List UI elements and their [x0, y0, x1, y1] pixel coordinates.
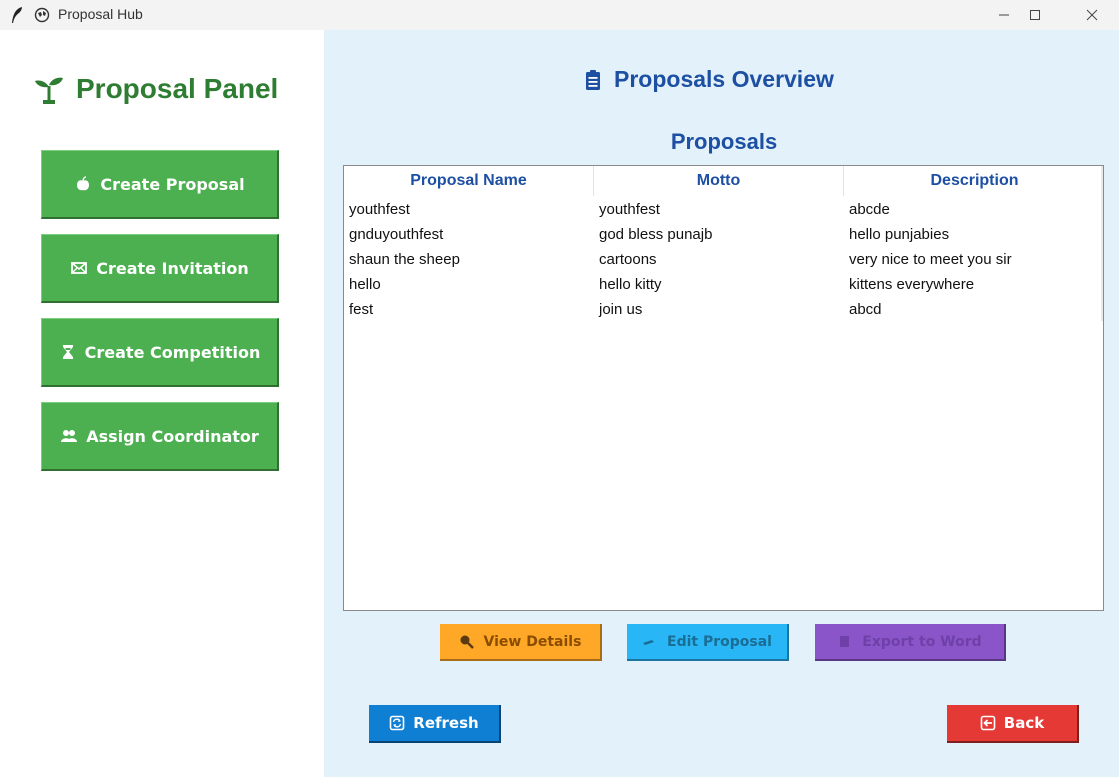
magnifier-icon	[460, 635, 474, 649]
main-panel: Proposals Overview Proposals Proposal Na…	[324, 30, 1119, 777]
cell-proposal-name: shaun the sheep	[349, 251, 460, 268]
refresh-label: Refresh	[413, 714, 479, 732]
hourglass-icon	[62, 345, 73, 359]
back-arrow-icon	[980, 715, 996, 731]
maximize-button[interactable]	[1012, 0, 1058, 30]
refresh-icon	[389, 715, 405, 731]
close-button[interactable]	[1069, 0, 1115, 30]
cell-proposal-name: youthfest	[349, 201, 410, 218]
cell-description: kittens everywhere	[849, 276, 975, 293]
minimize-icon	[999, 14, 1009, 16]
maximize-icon	[1030, 10, 1040, 20]
feather-icon	[12, 7, 22, 23]
cell-motto: join us	[599, 301, 643, 318]
cell-proposal-name: hello	[349, 276, 381, 293]
cell-description: abcde	[849, 201, 890, 218]
proposals-table[interactable]: Proposal Name Motto Description youthfes…	[343, 165, 1104, 611]
clipboard-icon	[586, 69, 600, 90]
cell-proposal-name: fest	[349, 301, 374, 318]
view-details-button[interactable]: View Details	[440, 624, 602, 661]
envelope-icon	[71, 262, 88, 274]
pencil-icon	[643, 640, 655, 645]
panel-title: Proposal Panel	[32, 72, 278, 106]
cell-motto: youthfest	[599, 201, 660, 218]
edit-proposal-label: Edit Proposal	[667, 633, 772, 650]
table-body: youthfest youthfest abcde gnduyouthfest …	[344, 198, 1103, 323]
table-row[interactable]: shaun the sheep cartoons very nice to me…	[344, 248, 1103, 273]
page-title: Proposals Overview	[582, 66, 834, 93]
table-row[interactable]: gnduyouthfest god bless punajb hello pun…	[344, 223, 1103, 248]
assign-coordinator-button[interactable]: Assign Coordinator	[41, 402, 279, 471]
window-titlebar: Proposal Hub	[0, 0, 1119, 30]
sidebar: Proposal Panel Create Proposal Create In…	[0, 30, 324, 777]
table-row[interactable]: hello hello kitty kittens everywhere	[344, 273, 1103, 298]
create-competition-label: Create Competition	[84, 342, 261, 362]
column-header-description[interactable]: Description	[844, 166, 1103, 196]
edit-proposal-button[interactable]: Edit Proposal	[627, 624, 789, 661]
create-proposal-label: Create Proposal	[100, 174, 245, 194]
people-icon	[61, 430, 78, 442]
refresh-button[interactable]: Refresh	[369, 705, 501, 743]
export-to-word-label: Export to Word	[862, 633, 982, 650]
create-invitation-button[interactable]: Create Invitation	[41, 234, 279, 303]
sprout-icon	[35, 77, 63, 104]
panel-title-text: Proposal Panel	[76, 73, 279, 104]
cell-description: hello punjabies	[849, 226, 950, 243]
view-details-label: View Details	[483, 633, 582, 650]
assign-coordinator-label: Assign Coordinator	[86, 426, 259, 446]
create-proposal-button[interactable]: Create Proposal	[41, 150, 279, 219]
column-header-motto[interactable]: Motto	[594, 166, 844, 196]
close-icon	[1086, 9, 1098, 21]
table-row[interactable]: fest join us abcd	[344, 298, 1103, 323]
export-to-word-button[interactable]: Export to Word	[815, 624, 1006, 661]
window-title: Proposal Hub	[58, 6, 143, 22]
table-row[interactable]: youthfest youthfest abcde	[344, 198, 1103, 223]
column-header-proposal-name[interactable]: Proposal Name	[344, 166, 594, 196]
cell-description: abcd	[849, 301, 882, 318]
create-competition-button[interactable]: Create Competition	[41, 318, 279, 387]
document-icon	[840, 636, 850, 647]
cell-description: very nice to meet you sir	[849, 251, 1012, 268]
cell-motto: hello kitty	[599, 276, 662, 293]
apple-icon	[77, 176, 90, 191]
cell-proposal-name: gnduyouthfest	[349, 226, 444, 243]
back-button[interactable]: Back	[947, 705, 1079, 743]
back-label: Back	[1003, 714, 1045, 732]
page-title-text: Proposals Overview	[614, 66, 834, 92]
cell-motto: god bless punajb	[599, 226, 713, 243]
cell-motto: cartoons	[599, 251, 657, 268]
create-invitation-label: Create Invitation	[96, 258, 249, 278]
globe-icon	[34, 7, 50, 23]
table-scrollbar[interactable]	[1101, 166, 1103, 321]
table-title: Proposals	[670, 129, 778, 154]
